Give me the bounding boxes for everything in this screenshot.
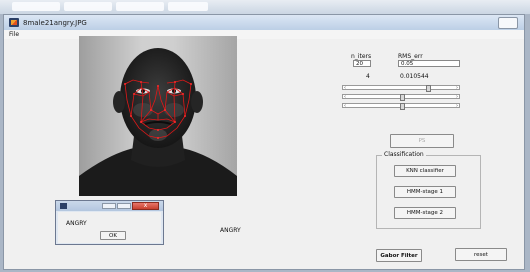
matlab-icon [60,203,67,209]
rms-err-label: RMS_err [398,53,423,60]
maximize-button[interactable] [117,203,131,209]
rms-err-result: 0.010544 [400,73,429,80]
menu-file[interactable]: File [9,31,19,38]
hmm-stage1-button[interactable]: HMM-stage 1 [394,186,456,198]
result-label: ANGRY [220,227,241,234]
title-bar: 8male21angry.JPG [4,15,524,30]
arrow-right-icon[interactable]: › [456,85,458,91]
knn-classifier-button[interactable]: KNN classifier [394,165,456,177]
close-button[interactable]: x [132,202,159,210]
taskbar-tab[interactable] [168,2,208,11]
face-image [79,36,237,196]
taskbar-tab[interactable] [12,2,60,11]
dialog-title-bar: x [56,201,163,211]
gabor-filter-button[interactable]: Gabor Filter [376,249,422,262]
n-iters-input[interactable]: 20 [353,60,371,67]
face-photo [79,48,237,196]
window-controls[interactable] [498,17,518,29]
dialog-body: ANGRY OK [58,212,161,243]
arrow-right-icon[interactable]: › [456,103,458,109]
n-iters-label: n_iters [351,53,372,60]
arrow-left-icon[interactable]: ‹ [344,94,346,100]
n-iters-result: 4 [366,73,370,80]
taskbar-tab[interactable] [64,2,112,11]
arrow-left-icon[interactable]: ‹ [344,85,346,91]
arrow-left-icon[interactable]: ‹ [344,103,346,109]
classification-title: Classification [382,151,426,158]
arrow-right-icon[interactable]: › [456,94,458,100]
dialog-message: ANGRY [66,220,87,227]
slider-thumb[interactable] [400,103,405,110]
slider-1[interactable]: ‹ › [342,85,460,92]
rms-err-input[interactable]: 0.05 [398,60,460,67]
slider-3[interactable]: ‹ › [342,103,460,110]
slider-2[interactable]: ‹ › [342,94,460,101]
ps-button[interactable]: PS [390,134,454,148]
message-dialog: x ANGRY OK [55,200,164,245]
taskbar-tab[interactable] [116,2,164,11]
hmm-stage2-button[interactable]: HMM-stage 2 [394,207,456,219]
minimize-button[interactable] [102,203,116,209]
window-title: 8male21angry.JPG [23,19,87,27]
ok-button[interactable]: OK [100,231,126,240]
matlab-icon [9,18,19,27]
slider-thumb[interactable] [400,94,405,101]
desktop-taskbar [0,0,530,14]
slider-thumb[interactable] [426,85,431,92]
reset-button[interactable]: reset [455,248,507,261]
